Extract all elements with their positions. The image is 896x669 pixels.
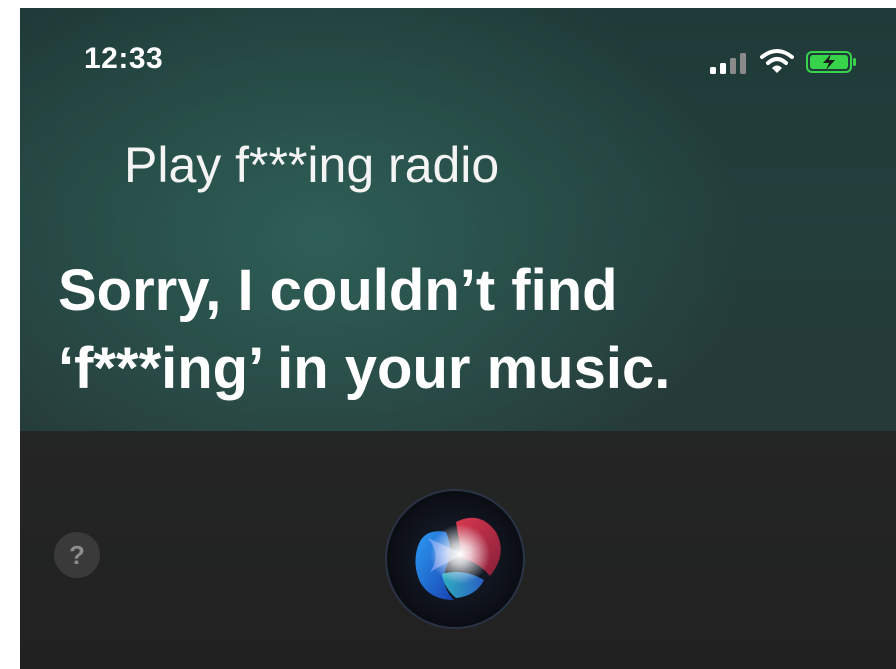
- siri-screen: 12:33 Play f***ing radio Sorry, I couldn…: [20, 8, 896, 669]
- battery-charging-icon: [806, 51, 856, 73]
- siri-response-line: ‘f***ing’ in your music.: [58, 336, 671, 401]
- siri-response-text: Sorry, I couldn’t find ‘f***ing’ in your…: [58, 252, 878, 408]
- siri-orb-icon[interactable]: [384, 488, 526, 630]
- status-bar: 12:33: [20, 8, 896, 108]
- help-button[interactable]: ?: [54, 532, 100, 578]
- wifi-icon: [760, 49, 794, 73]
- siri-query-text: Play f***ing radio: [124, 137, 500, 193]
- cellular-signal-icon: [710, 53, 746, 74]
- status-time: 12:33: [84, 42, 164, 75]
- siri-response-line: Sorry, I couldn’t find: [58, 258, 618, 323]
